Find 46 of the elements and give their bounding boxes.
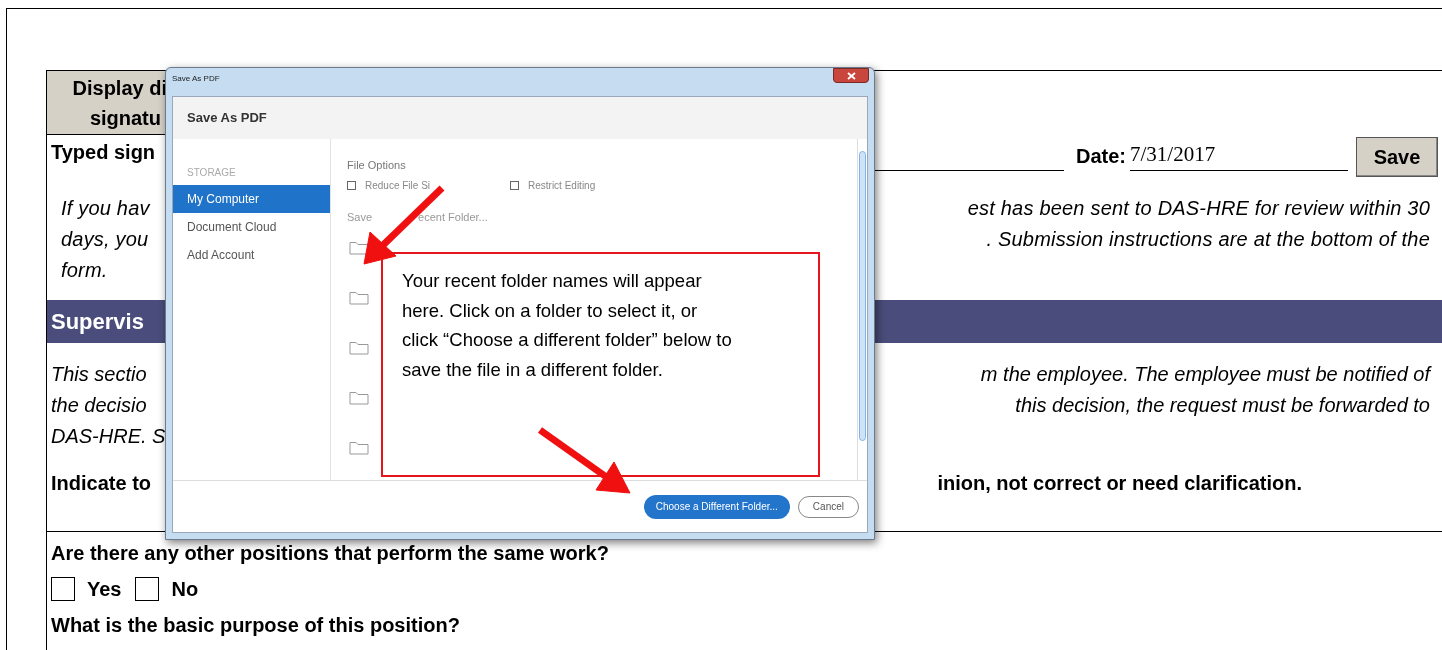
- question-text: What is the basic purpose of this position?: [50, 613, 461, 638]
- question-text: Are there any other positions that perform the same work?: [50, 541, 610, 566]
- question-text: Indicate to: [51, 471, 151, 496]
- close-button[interactable]: [833, 68, 869, 83]
- section-label: STORAGE: [186, 166, 237, 180]
- paragraph-text: the decisio: [50, 392, 147, 418]
- checkbox-label: Yes: [87, 577, 122, 602]
- paragraph-text: form.: [60, 257, 108, 283]
- cancel-button[interactable]: Cancel: [797, 495, 859, 518]
- section-label: File Options: [347, 158, 407, 173]
- section-label: Save: [347, 210, 373, 225]
- header-text: signatu: [89, 106, 162, 131]
- paragraph-text: est has been sent to DAS-HRE for review within 30: [967, 195, 1430, 221]
- section-title: Supervis: [51, 308, 144, 336]
- callout-text: Your recent folder names will appear here. Click on a folder to select it, or click “Choose a different folder” below to save the file in a different folder.: [402, 269, 733, 382]
- checkbox[interactable]: [51, 577, 75, 601]
- checkbox[interactable]: [135, 577, 160, 601]
- folder-icon[interactable]: [349, 389, 369, 405]
- field-label: Date:: [1076, 144, 1126, 169]
- date-field[interactable]: 7/31/2017: [1130, 139, 1348, 171]
- storage-item[interactable]: My Computer: [173, 185, 330, 213]
- close-icon: [846, 71, 856, 80]
- checkbox-label: No: [171, 577, 199, 602]
- checkbox[interactable]: [347, 180, 356, 190]
- paragraph-text: this decision, the request must be forwarded to: [1014, 392, 1430, 418]
- paragraph-text: DAS-HRE. S: [50, 423, 166, 449]
- paragraph-text: If you hav: [60, 195, 150, 221]
- checkbox-label: Reduce File Si: [365, 178, 432, 193]
- paragraph-text: . Submission instructions are at the bottom of the: [986, 226, 1430, 252]
- checkbox-label: Restrict Editing: [528, 178, 597, 193]
- field-label: Typed sign: [51, 140, 156, 165]
- folder-icon[interactable]: [349, 439, 369, 455]
- folder-icon[interactable]: [349, 339, 369, 355]
- folder-icon[interactable]: [349, 289, 369, 305]
- section-label: ecent Folder...: [418, 210, 488, 225]
- storage-item[interactable]: Add Account: [173, 241, 330, 269]
- question-text: inion, not correct or need clarification.: [937, 471, 1302, 496]
- save-button[interactable]: Save: [1356, 137, 1438, 177]
- storage-item[interactable]: Document Cloud: [173, 213, 330, 241]
- dialog-heading: Save As PDF: [187, 109, 267, 128]
- paragraph-text: This sectio: [50, 361, 147, 387]
- paragraph-text: m the employee. The employee must be notified of: [979, 361, 1430, 387]
- window-title: Save As PDF: [172, 73, 220, 85]
- paragraph-text: days, you: [60, 226, 149, 252]
- choose-folder-button[interactable]: Choose a Different Folder...: [643, 494, 790, 519]
- checkbox[interactable]: [510, 180, 519, 190]
